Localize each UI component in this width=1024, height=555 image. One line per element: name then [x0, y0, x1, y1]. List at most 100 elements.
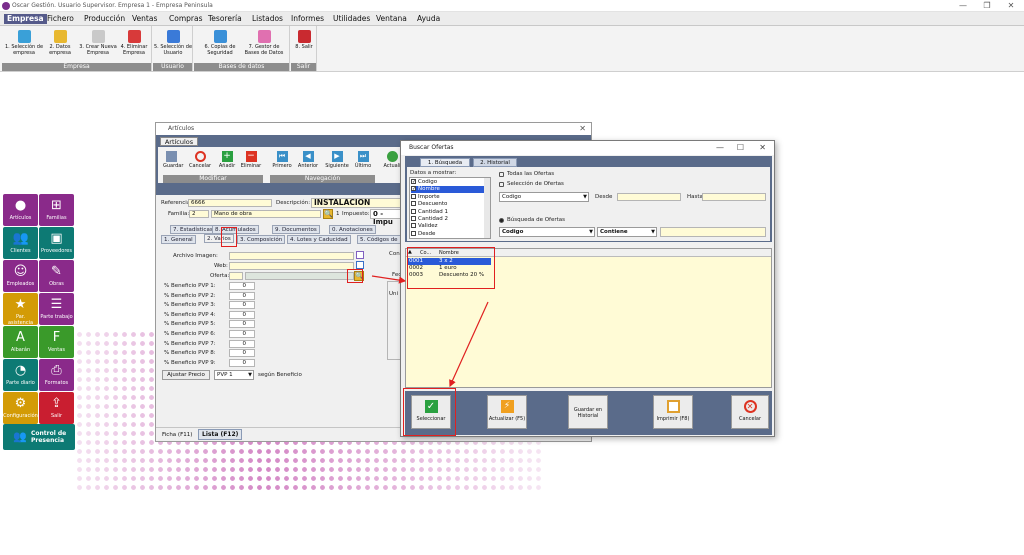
beneficio-spinner[interactable]: 0 — [229, 310, 255, 319]
checkbox[interactable]: ✓ — [411, 186, 416, 192]
datos-item[interactable]: Importe — [411, 193, 485, 201]
referencia-field[interactable]: 6666 — [188, 199, 272, 207]
select-company-button[interactable]: 1. Selección de empresa — [4, 28, 44, 61]
tile-art-culos[interactable]: ● Artículos — [3, 194, 38, 226]
tile-proveedores[interactable]: ▣ Proveedores — [39, 227, 74, 259]
eliminar-button[interactable]: − Eliminar — [240, 151, 262, 169]
checkbox[interactable] — [411, 208, 416, 214]
web-field[interactable] — [229, 262, 354, 270]
exit-button[interactable]: 8. Salir — [284, 28, 324, 61]
tab-anotaciones[interactable]: 0. Anotaciones — [329, 225, 376, 234]
image-browse-icon[interactable] — [356, 251, 364, 259]
menu-informes[interactable]: Informes — [288, 14, 327, 24]
desde-field[interactable] — [617, 193, 681, 201]
tile-par-asistencia[interactable]: ★ Par. asistencia — [3, 293, 38, 326]
guardar-button[interactable]: Guardar — [163, 151, 183, 169]
oferta-name-field[interactable] — [245, 272, 354, 280]
pvp-select[interactable]: PVP 1 ▼ — [214, 370, 254, 380]
modo-select[interactable]: Contiene ▼ — [597, 227, 657, 237]
codigo-select[interactable]: Codigo ▼ — [499, 192, 589, 202]
tile-clientes[interactable]: 👥 Clientes — [3, 227, 38, 259]
company-data-button[interactable]: 2. Datos empresa — [40, 28, 80, 61]
menu-tesoreria[interactable]: Tesorería — [205, 14, 245, 24]
menu-compras[interactable]: Compras — [166, 14, 205, 24]
beneficio-spinner[interactable]: 0 — [229, 291, 255, 300]
menu-ventana[interactable]: Ventana — [373, 14, 410, 24]
close-icon[interactable]: ✕ — [1000, 1, 1022, 11]
close-icon[interactable]: ✕ — [759, 143, 766, 152]
datos-item[interactable]: ✓ Codigo — [411, 179, 485, 186]
ultimo-button[interactable]: ⏭ Último — [353, 151, 373, 169]
primero-button[interactable]: ⏮ Primero — [271, 151, 293, 169]
anterior-button[interactable]: ◀ Anterior — [296, 151, 320, 169]
tab-composicion[interactable]: 3. Composición — [237, 235, 286, 244]
todas-checkbox[interactable] — [499, 172, 504, 177]
tab-articulos[interactable]: Artículos — [160, 137, 198, 146]
checkbox[interactable] — [411, 230, 416, 236]
beneficio-spinner[interactable]: 0 — [229, 339, 255, 348]
tile-parte-trabajo[interactable]: ☰ Parte trabajo — [39, 293, 74, 325]
datos-item[interactable]: Descuento — [411, 201, 485, 208]
checkbox[interactable] — [411, 216, 416, 221]
tab-codigos[interactable]: 5. Códigos de — [357, 235, 401, 244]
menu-listados[interactable]: Listados — [249, 14, 286, 24]
database-manager-button[interactable]: 7. Gestor de Bases de Datos — [244, 28, 284, 61]
datos-item[interactable]: Cantidad 2 — [411, 216, 485, 223]
tile-albar-n[interactable]: A Albarán — [3, 326, 38, 358]
campo-select[interactable]: Codigo ▼ — [499, 227, 595, 237]
minimize-icon[interactable]: — — [716, 143, 724, 152]
tab-busqueda[interactable]: 1. Búsqueda — [420, 158, 470, 167]
datos-scrollbar[interactable] — [484, 178, 490, 238]
beneficio-spinner[interactable]: 0 — [229, 349, 255, 358]
familia-name-field[interactable]: Mano de obra — [211, 210, 321, 218]
tile-salir[interactable]: ⇪ Salir — [39, 392, 74, 424]
datos-item[interactable]: Desde — [411, 230, 485, 238]
siguiente-button[interactable]: ▶ Siguiente — [324, 151, 350, 169]
menu-empresa[interactable]: Empresa — [4, 14, 47, 24]
menu-produccion[interactable]: Producción — [81, 14, 128, 24]
new-company-button[interactable]: 3. Crear Nueva Empresa — [78, 28, 118, 61]
actualizar-button[interactable]: ⚡ Actualizar (F5) — [487, 395, 527, 429]
restore-icon[interactable]: ❐ — [976, 1, 998, 11]
tab-ficha[interactable]: Ficha (F11) — [162, 432, 192, 438]
backup-button[interactable]: 6. Copias de Seguridad — [200, 28, 240, 61]
datos-item[interactable]: ✓ Nombre — [411, 186, 485, 194]
busqueda-radio[interactable] — [499, 218, 504, 223]
menu-ayuda[interactable]: Ayuda — [414, 14, 443, 24]
tile-obras[interactable]: ✎ Obras — [39, 260, 74, 292]
tab-general[interactable]: 1. General — [161, 235, 196, 244]
checkbox[interactable]: ✓ — [411, 179, 416, 185]
close-icon[interactable]: ✕ — [579, 124, 586, 133]
delete-company-button[interactable]: 4. Eliminar Empresa — [114, 28, 154, 61]
datos-item[interactable]: Cantidad 1 — [411, 208, 485, 216]
datos-item[interactable]: Validez — [411, 223, 485, 230]
anadir-button[interactable]: + Añadir — [218, 151, 236, 169]
beneficio-spinner[interactable]: 0 — [229, 282, 255, 290]
beneficio-spinner[interactable]: 0 — [229, 301, 255, 310]
menu-ventas[interactable]: Ventas — [129, 14, 160, 24]
tile-familias[interactable]: ⊞ Familias — [39, 194, 74, 226]
guardar-historial-button[interactable]: Guardar en Historial — [568, 395, 608, 429]
beneficio-spinner[interactable]: 0 — [229, 320, 255, 329]
menu-utilidades[interactable]: Utilidades — [330, 14, 373, 24]
checkbox[interactable] — [411, 223, 416, 229]
tab-lotes-caducidad[interactable]: 4. Lotes y Caducidad — [287, 235, 351, 244]
tab-estadisticas[interactable]: 7. Estadísticas — [170, 225, 216, 234]
minimize-icon[interactable]: — — [952, 1, 974, 11]
archivo-imagen-field[interactable] — [229, 252, 354, 260]
oferta-code-field[interactable] — [229, 272, 243, 280]
ajustar-precio-button[interactable]: Ajustar Precio — [162, 370, 210, 380]
imprimir-button[interactable]: Imprimir (F8) — [653, 395, 693, 429]
menu-fichero[interactable]: Fichero — [44, 14, 77, 24]
web-link-icon[interactable] — [356, 261, 364, 269]
checkbox[interactable] — [411, 193, 416, 199]
familia-code-field[interactable]: 2 — [189, 210, 209, 218]
familia-search-button[interactable]: 🔍 — [323, 209, 333, 219]
control-presencia-tile[interactable]: 👥 Control de Presencia — [3, 424, 75, 450]
maximize-icon[interactable]: ☐ — [737, 143, 744, 152]
tile-empleados[interactable]: ☺ Empleados — [3, 260, 38, 292]
tile-parte-diario[interactable]: ◔ Parte diario — [3, 359, 38, 391]
checkbox[interactable] — [411, 201, 416, 207]
cancelar-button[interactable]: ✕ Cancelar — [731, 395, 769, 429]
tile-formatos[interactable]: ⎙ Formatos — [39, 359, 74, 391]
